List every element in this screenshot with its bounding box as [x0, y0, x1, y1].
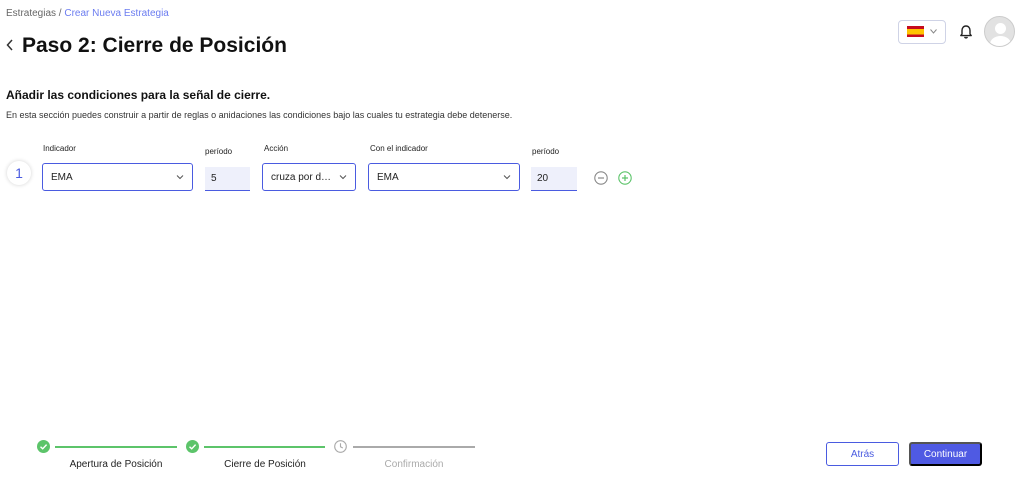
page-header: Paso 2: Cierre de Posición [6, 34, 287, 58]
minus-circle-icon[interactable] [594, 171, 608, 185]
period-input-2[interactable]: 20 [531, 167, 577, 191]
language-selector[interactable] [898, 19, 946, 44]
action-label: Acción [264, 144, 289, 153]
breadcrumb-root[interactable]: Estrategias [6, 8, 56, 19]
progress-stepper: Apertura de Posición Cierre de Posición … [30, 437, 490, 477]
clock-icon [334, 440, 347, 453]
period-label: período [205, 147, 233, 156]
top-right-controls [898, 16, 1015, 47]
step-label-apertura: Apertura de Posición [69, 459, 163, 470]
chevron-down-icon [503, 175, 511, 180]
period-input[interactable]: 5 [205, 167, 250, 191]
breadcrumb-current: Crear Nueva Estrategia [64, 8, 169, 19]
step-label-confirmacion: Confirmación [384, 459, 444, 470]
continue-button[interactable]: Continuar [909, 442, 982, 466]
progress-line-pending [353, 446, 475, 448]
back-button[interactable]: Atrás [826, 442, 899, 466]
action-select[interactable]: cruza por debajo [262, 163, 356, 191]
progress-line-complete [204, 446, 325, 448]
check-circle-icon [186, 440, 199, 453]
section-title: Añadir las condiciones para la señal de … [6, 88, 271, 102]
target-indicator-value: EMA [377, 171, 399, 183]
action-value: cruza por debajo [271, 171, 335, 183]
section-description: En esta sección puedes construir a parti… [6, 110, 513, 120]
target-indicator-select[interactable]: EMA [368, 163, 520, 191]
plus-circle-icon[interactable] [618, 171, 632, 185]
chevron-down-icon [930, 29, 937, 34]
target-indicator-label: Con el indicador [370, 144, 428, 153]
user-avatar-icon[interactable] [984, 16, 1015, 47]
indicator-value: EMA [51, 171, 73, 183]
indicator-select[interactable]: EMA [42, 163, 193, 191]
rule-number-badge: 1 [7, 161, 31, 185]
spain-flag-icon [907, 26, 924, 37]
chevron-down-icon [176, 175, 184, 180]
bell-icon[interactable] [958, 24, 974, 40]
chevron-left-icon[interactable] [6, 38, 14, 54]
progress-line-complete [55, 446, 177, 448]
period-label-2: período [532, 147, 560, 156]
breadcrumb: Estrategias / Crear Nueva Estrategia [6, 8, 169, 19]
check-circle-icon [37, 440, 50, 453]
page-title: Paso 2: Cierre de Posición [22, 34, 287, 57]
chevron-down-icon [339, 175, 347, 180]
step-label-cierre: Cierre de Posición [224, 459, 306, 470]
indicator-label: Indicador [43, 144, 76, 153]
